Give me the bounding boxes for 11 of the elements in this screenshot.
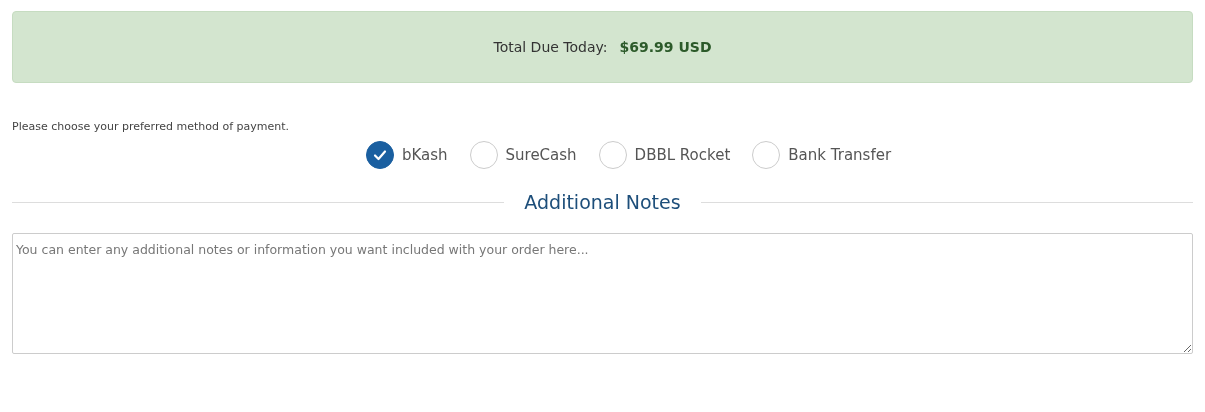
payment-method-label[interactable]: bKash [401,146,448,164]
total-due-amount: $69.99 USD [619,39,712,55]
payment-method-label[interactable]: DBBL Rocket [634,146,731,164]
payment-prompt: Please choose your preferred method of payment. [12,120,290,133]
payment-method-label[interactable]: SureCash [505,146,577,164]
check-icon [372,148,387,162]
payment-radio[interactable] [365,141,394,169]
total-due-label: Total Due Today: [493,39,608,55]
payment-method-label[interactable]: Bank Transfer [788,146,892,164]
notes-field[interactable]: You can enter any additional notes or information you want included with your order here... [12,233,1193,354]
notes-heading: Additional Notes [524,191,681,213]
